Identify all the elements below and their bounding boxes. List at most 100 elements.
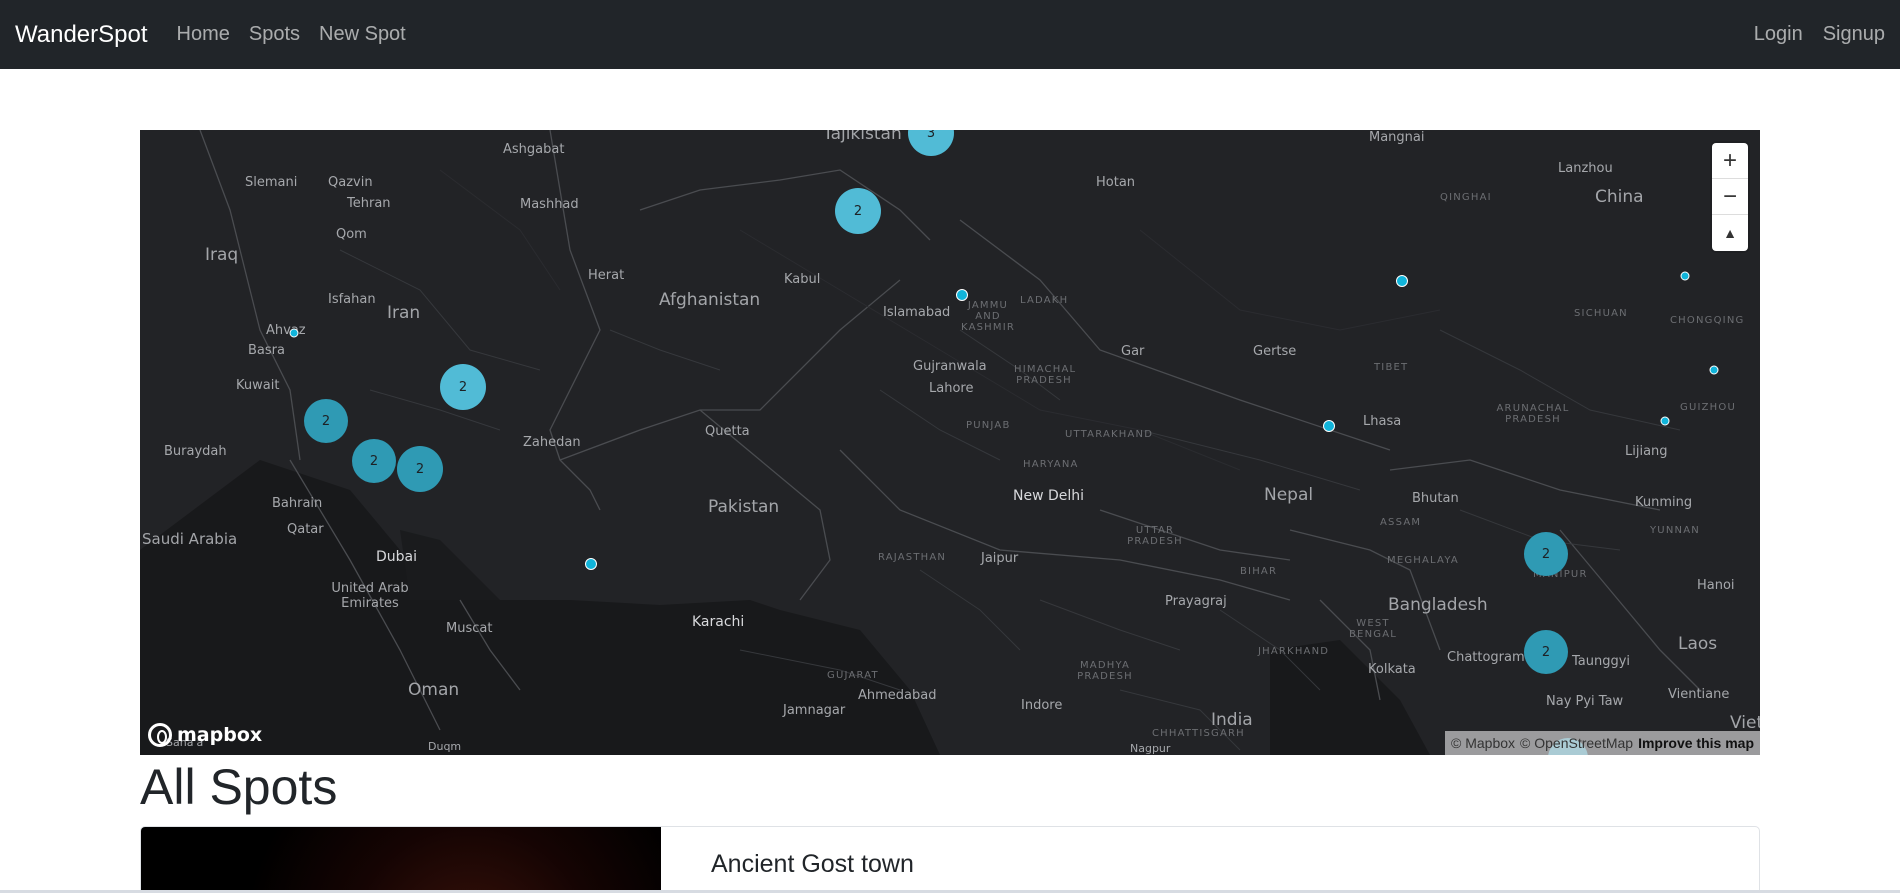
label-hanoi: Hanoi bbox=[1697, 578, 1735, 593]
cluster-marker[interactable]: 2 bbox=[1524, 532, 1568, 576]
label-sichuan: SICHUAN bbox=[1574, 308, 1628, 319]
label-kuwait: Kuwait bbox=[236, 378, 280, 393]
nav-new-spot[interactable]: New Spot bbox=[319, 23, 406, 46]
label-meghalaya: MEGHALAYA bbox=[1387, 555, 1459, 566]
attribution-osm[interactable]: © OpenStreetMap bbox=[1520, 735, 1633, 751]
cluster-map[interactable]: Tajikistan Ashgabat Mangnai Lanzhou Chin… bbox=[140, 130, 1760, 755]
spot-point[interactable] bbox=[1660, 416, 1670, 426]
nav-spots[interactable]: Spots bbox=[249, 23, 300, 46]
spot-point[interactable] bbox=[1396, 275, 1408, 287]
label-qom: Qom bbox=[336, 227, 367, 242]
label-gujranwala: Gujranwala bbox=[913, 359, 987, 374]
spot-card-image bbox=[141, 827, 661, 893]
label-gertse: Gertse bbox=[1253, 344, 1297, 359]
cluster-marker[interactable]: 2 bbox=[835, 188, 881, 234]
label-jharkhand: JHARKHAND bbox=[1258, 646, 1330, 657]
label-jamnagar: Jamnagar bbox=[783, 703, 846, 718]
cluster-marker[interactable]: 2 bbox=[440, 364, 486, 410]
label-hotan: Hotan bbox=[1096, 175, 1136, 190]
label-chattogram: Chattogram bbox=[1447, 650, 1525, 665]
compass-button[interactable]: ▲ bbox=[1712, 215, 1748, 251]
label-lhasa: Lhasa bbox=[1363, 414, 1402, 429]
label-kolkata: Kolkata bbox=[1368, 662, 1416, 677]
label-pakistan: Pakistan bbox=[708, 497, 780, 517]
cluster-marker[interactable]: 2 bbox=[352, 439, 396, 483]
label-islamabad: Islamabad bbox=[883, 305, 951, 320]
label-iran: Iran bbox=[387, 303, 421, 323]
label-afghanistan: Afghanistan bbox=[659, 290, 761, 310]
cluster-marker[interactable]: 2 bbox=[304, 399, 348, 443]
brand-link[interactable]: WanderSpot bbox=[15, 21, 148, 49]
label-uttar-pradesh: UTTAR PRADESH bbox=[1127, 525, 1183, 547]
zoom-in-button[interactable]: + bbox=[1712, 143, 1748, 179]
label-bangladesh: Bangladesh bbox=[1388, 595, 1488, 615]
label-slemani: Slemani bbox=[245, 175, 298, 190]
label-lijiang: Lijiang bbox=[1625, 444, 1668, 459]
label-assam: ASSAM bbox=[1380, 517, 1422, 528]
spot-card: Ancient Gost town bbox=[140, 826, 1760, 893]
label-punjab: PUNJAB bbox=[966, 420, 1011, 431]
spot-point[interactable] bbox=[956, 289, 968, 301]
label-chongqing: CHONGQING bbox=[1670, 315, 1745, 326]
label-laos: Laos bbox=[1678, 634, 1718, 654]
label-herat: Herat bbox=[588, 268, 625, 283]
label-vientiane: Vientiane bbox=[1668, 687, 1730, 702]
label-buraydah: Buraydah bbox=[164, 444, 227, 459]
label-oman: Oman bbox=[408, 680, 460, 700]
spot-card-title: Ancient Gost town bbox=[711, 850, 914, 878]
cluster-marker[interactable]: 2 bbox=[397, 446, 443, 492]
label-lanzhou: Lanzhou bbox=[1558, 161, 1613, 176]
label-chhattisgarh: CHHATTISGARH bbox=[1152, 728, 1245, 739]
spot-point[interactable] bbox=[585, 558, 597, 570]
label-tibet: TIBET bbox=[1374, 362, 1409, 373]
label-ahmedabad: Ahmedabad bbox=[858, 688, 937, 703]
cluster-marker[interactable]: 2 bbox=[1524, 630, 1568, 674]
spot-point[interactable] bbox=[1680, 271, 1690, 281]
label-qazvin: Qazvin bbox=[328, 175, 373, 190]
label-uttarakhand: UTTARAKHAND bbox=[1065, 429, 1154, 440]
improve-map-link[interactable]: Improve this map bbox=[1638, 735, 1754, 751]
label-new-delhi: New Delhi bbox=[1013, 488, 1085, 504]
bay-of-bengal bbox=[1270, 640, 1430, 755]
mapbox-logo[interactable]: mapbox bbox=[148, 723, 262, 747]
nav-auth-links: Login Signup bbox=[1734, 23, 1885, 46]
label-yunnan: YUNNAN bbox=[1650, 525, 1700, 536]
label-west-bengal: WEST BENGAL bbox=[1348, 618, 1398, 640]
label-ashgabat: Ashgabat bbox=[503, 142, 565, 157]
nav-home[interactable]: Home bbox=[177, 23, 230, 46]
nav-signup[interactable]: Signup bbox=[1823, 23, 1885, 46]
label-nepal: Nepal bbox=[1264, 485, 1314, 505]
label-ahvaz: Ahvaz bbox=[266, 323, 306, 338]
spot-point[interactable] bbox=[1709, 365, 1719, 375]
label-arunachal: ARUNACHAL PRADESH bbox=[1496, 403, 1570, 425]
mapbox-logo-text: mapbox bbox=[177, 724, 263, 746]
label-quetta: Quetta bbox=[705, 424, 750, 439]
label-bihar: BIHAR bbox=[1240, 566, 1278, 577]
label-guizhou: GUIZHOU bbox=[1680, 402, 1736, 413]
label-madhya-pradesh: MADHYA PRADESH bbox=[1077, 660, 1133, 682]
label-india: India bbox=[1211, 710, 1253, 730]
label-gujarat: GUJARAT bbox=[827, 670, 879, 681]
label-gar: Gar bbox=[1121, 344, 1145, 359]
label-nagpur: Nagpur bbox=[1130, 742, 1171, 755]
label-indore: Indore bbox=[1021, 698, 1063, 713]
label-isfahan: Isfahan bbox=[328, 292, 376, 307]
spot-point[interactable] bbox=[1323, 420, 1335, 432]
label-kunming: Kunming bbox=[1635, 495, 1693, 510]
page-title: All Spots bbox=[140, 759, 338, 815]
label-tehran: Tehran bbox=[347, 196, 391, 211]
map-attribution: © Mapbox © OpenStreetMap Improve this ma… bbox=[1445, 731, 1760, 755]
zoom-out-button[interactable]: − bbox=[1712, 179, 1748, 215]
label-tajikistan: Tajikistan bbox=[823, 130, 902, 144]
nav-login[interactable]: Login bbox=[1754, 23, 1803, 46]
label-dubai: Dubai bbox=[376, 549, 418, 565]
label-ladakh: LADAKH bbox=[1020, 295, 1069, 306]
label-bahrain: Bahrain bbox=[272, 496, 323, 511]
label-iraq: Iraq bbox=[205, 245, 239, 265]
attribution-mapbox[interactable]: © Mapbox bbox=[1451, 735, 1515, 751]
spot-point[interactable] bbox=[289, 328, 299, 338]
label-jammu-kashmir: JAMMU AND KASHMIR bbox=[960, 300, 1015, 333]
label-duqm: Duqm bbox=[428, 740, 462, 753]
label-saudi-arabia: Saudi Arabia bbox=[142, 530, 238, 548]
label-bhutan: Bhutan bbox=[1412, 491, 1459, 506]
